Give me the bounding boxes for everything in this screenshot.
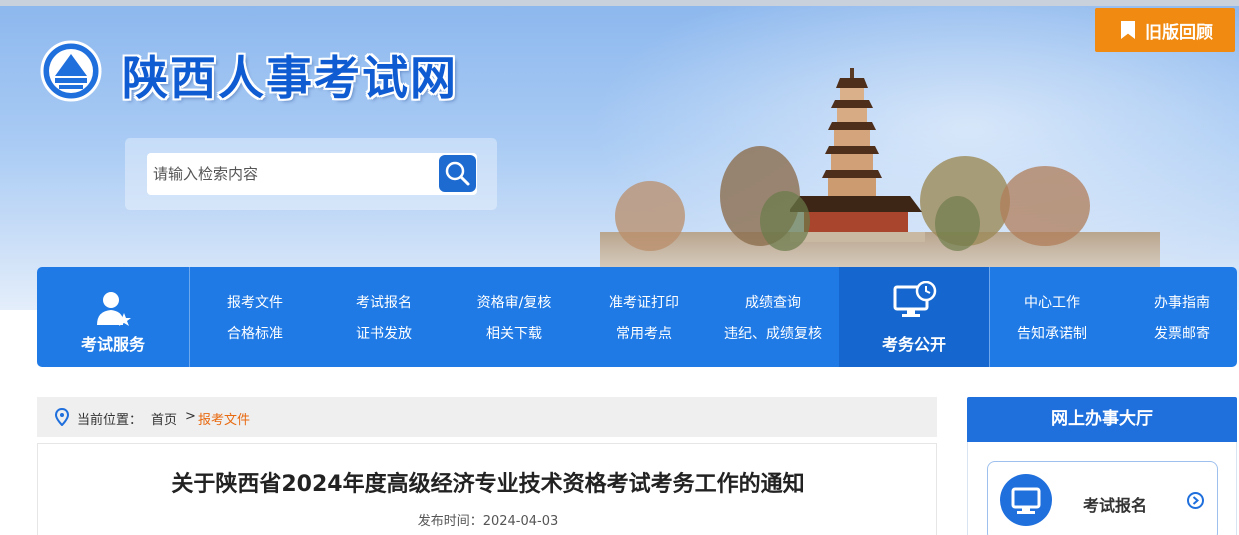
nav-link-invoice-mail[interactable]: 发票邮寄 <box>1117 323 1237 343</box>
banner-tree <box>615 181 685 251</box>
exam-service-label: 考试服务 <box>80 335 145 354</box>
banner-tree <box>935 196 980 251</box>
breadcrumb-current[interactable]: 报考文件 <box>198 409 250 428</box>
search-icon <box>445 161 470 186</box>
nav-link-qualification-review[interactable]: 资格审/复核 <box>449 292 579 312</box>
arrow-right-icon <box>1187 492 1204 509</box>
exam-service-section[interactable]: 考试服务 <box>37 267 189 367</box>
article-panel: 关于陕西省2024年度高级经济专业技术资格考试考务工作的通知 发布时间：2024… <box>37 443 937 535</box>
article-title: 关于陕西省2024年度高级经济专业技术资格考试考务工作的通知 <box>171 472 805 497</box>
nav-link-registration[interactable]: 考试报名 <box>319 292 449 312</box>
publish-label: 发布时间： <box>417 514 483 529</box>
monitor-clock-icon <box>893 281 937 317</box>
page: 旧版回顾 陕西人事考试网 考试服务 报考文件 合格标准 考试报名 证书发放 <box>0 0 1239 535</box>
nav-divider <box>989 267 990 367</box>
banner-tree <box>760 191 810 251</box>
nav-link-exam-docs[interactable]: 报考文件 <box>190 292 320 312</box>
sidebar-item-registration[interactable]: 考试报名 <box>987 461 1218 535</box>
banner-tree <box>1000 166 1090 246</box>
nav-link-pass-standard[interactable]: 合格标准 <box>190 323 320 343</box>
nav-link-exam-sites[interactable]: 常用考点 <box>579 323 709 343</box>
nav-link-center-work[interactable]: 中心工作 <box>987 292 1117 312</box>
breadcrumb: 当前位置： 首页 > 报考文件 <box>37 397 937 437</box>
nav-link-certificates[interactable]: 证书发放 <box>319 323 449 343</box>
breadcrumb-separator: > <box>185 409 196 424</box>
nav-link-score-query[interactable]: 成绩查询 <box>708 292 838 312</box>
nav-link-admission-ticket[interactable]: 准考证打印 <box>579 292 709 312</box>
computer-icon <box>1000 474 1052 526</box>
location-pin-icon <box>55 408 69 426</box>
main-nav: 考试服务 报考文件 合格标准 考试报名 证书发放 资格审/复核 相关下载 准考证… <box>37 267 1237 367</box>
breadcrumb-home[interactable]: 首页 <box>151 409 177 428</box>
publish-date: 2024-04-03 <box>482 514 559 529</box>
bookmark-icon <box>1121 21 1135 39</box>
sidebar-heading: 网上办事大厅 <box>967 397 1237 442</box>
sidebar-item-label: 考试报名 <box>1083 496 1148 515</box>
exam-public-section[interactable]: 考务公开 <box>839 267 989 367</box>
article-meta: 发布时间：2024-04-03 <box>38 510 938 529</box>
old-version-button[interactable]: 旧版回顾 <box>1095 8 1235 52</box>
nav-link-downloads[interactable]: 相关下载 <box>449 323 579 343</box>
user-service-icon <box>97 292 131 326</box>
pagoda-illustration <box>790 68 925 242</box>
exam-public-label: 考务公开 <box>881 335 946 354</box>
site-logo-icon <box>40 40 102 102</box>
old-version-label: 旧版回顾 <box>1145 22 1213 43</box>
nav-link-commitment[interactable]: 告知承诺制 <box>987 323 1117 343</box>
search-input[interactable] <box>147 153 477 195</box>
search-button[interactable] <box>439 155 476 192</box>
nav-link-score-review[interactable]: 违纪、成绩复核 <box>708 323 838 343</box>
nav-divider <box>189 267 190 367</box>
site-title: 陕西人事考试网 <box>122 51 458 105</box>
breadcrumb-prefix: 当前位置： <box>77 413 143 428</box>
nav-link-guide[interactable]: 办事指南 <box>1117 292 1237 312</box>
